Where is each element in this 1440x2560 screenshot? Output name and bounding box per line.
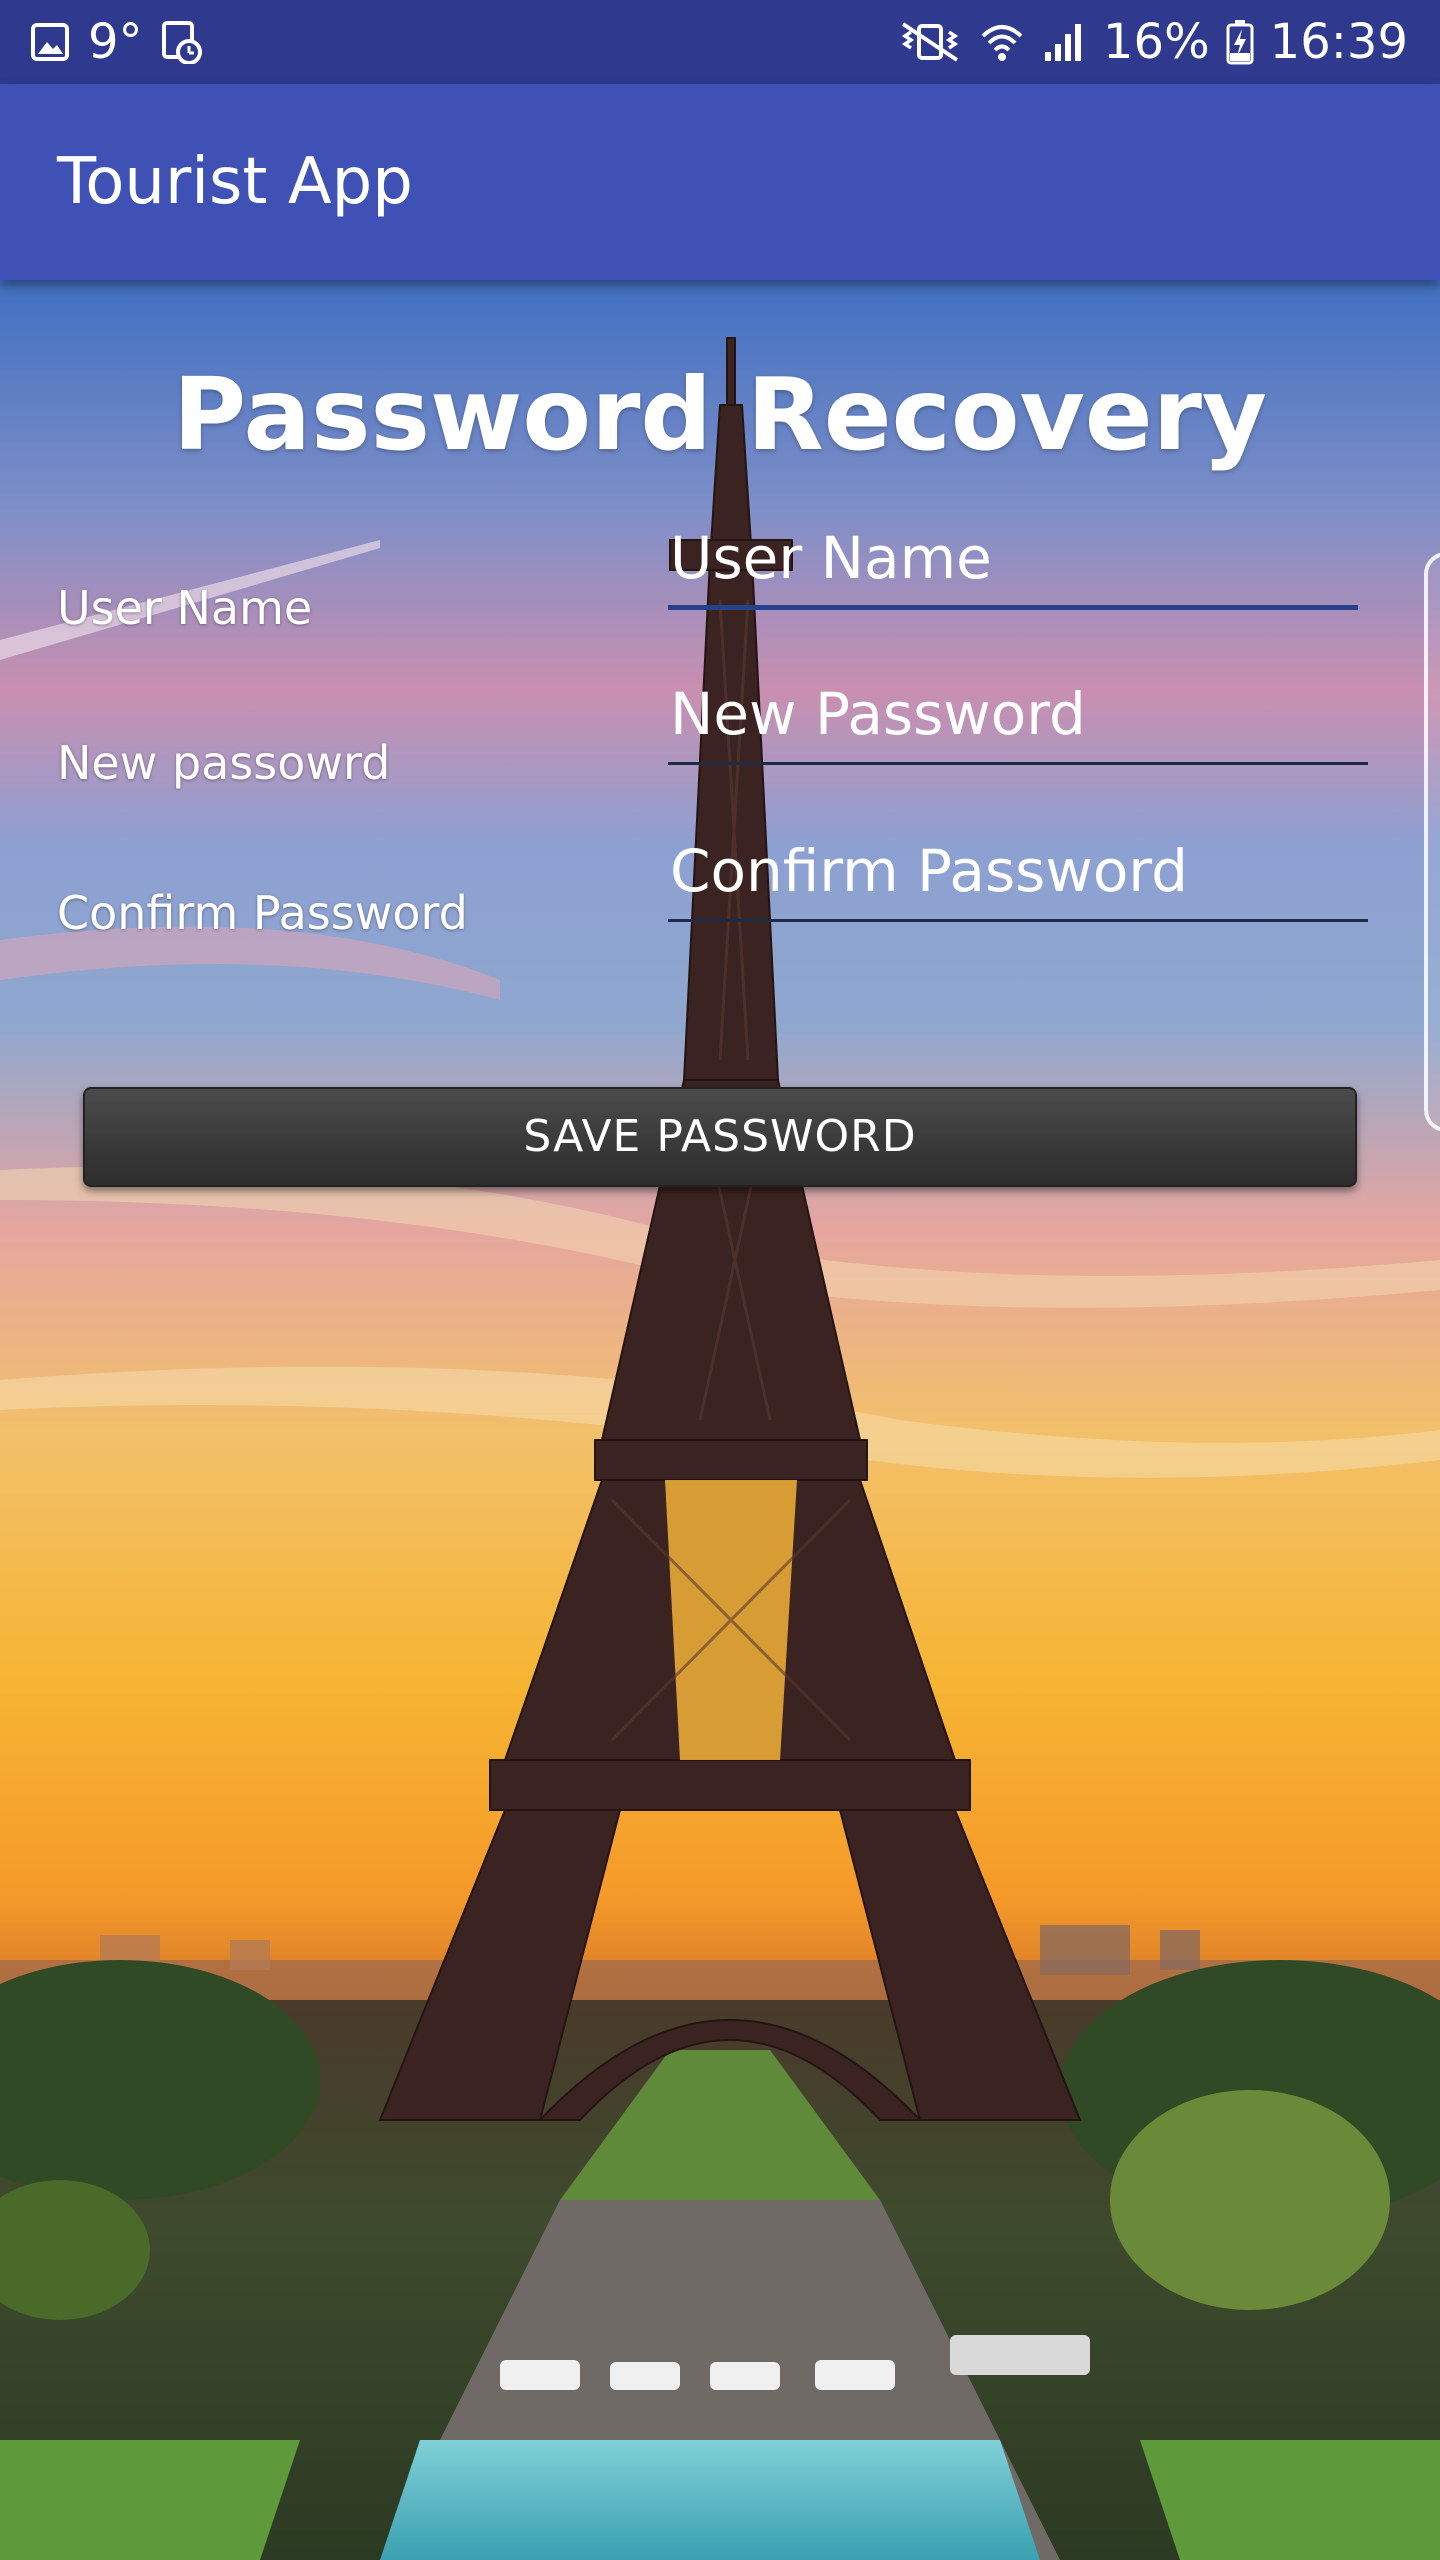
status-bar-left: 9° xyxy=(30,0,203,84)
clock-time: 16:39 xyxy=(1269,14,1408,70)
status-bar: 9° 16% 16:39 xyxy=(0,0,1440,84)
battery-charging-icon xyxy=(1226,19,1254,65)
user-name-label: User Name xyxy=(57,581,313,635)
app-screen: 9° 16% 16:39 Tourist App Password Recove… xyxy=(0,0,1440,2560)
wifi-icon xyxy=(979,20,1025,64)
save-password-button[interactable]: SAVE PASSWORD xyxy=(83,1087,1357,1187)
clock-document-icon xyxy=(161,20,203,64)
app-title: Tourist App xyxy=(57,145,413,219)
vibrate-mute-icon xyxy=(897,20,963,64)
new-password-input[interactable] xyxy=(668,665,1368,765)
status-bar-right: 16% 16:39 xyxy=(897,0,1408,84)
confirm-password-label: Confirm Password xyxy=(57,886,468,940)
password-recovery-form: Password Recovery User Name New passowrd… xyxy=(0,0,1440,2560)
app-toolbar: Tourist App xyxy=(0,84,1440,280)
new-password-label: New passowrd xyxy=(57,736,391,790)
page-title: Password Recovery xyxy=(172,356,1268,473)
confirm-password-input[interactable] xyxy=(668,822,1368,922)
weather-temperature: 9° xyxy=(88,14,143,70)
user-name-input[interactable] xyxy=(668,510,1358,610)
cell-signal-icon xyxy=(1041,20,1087,64)
gallery-icon xyxy=(30,22,70,62)
edge-panel-handle[interactable] xyxy=(1424,552,1440,1132)
battery-percent: 16% xyxy=(1102,14,1210,70)
